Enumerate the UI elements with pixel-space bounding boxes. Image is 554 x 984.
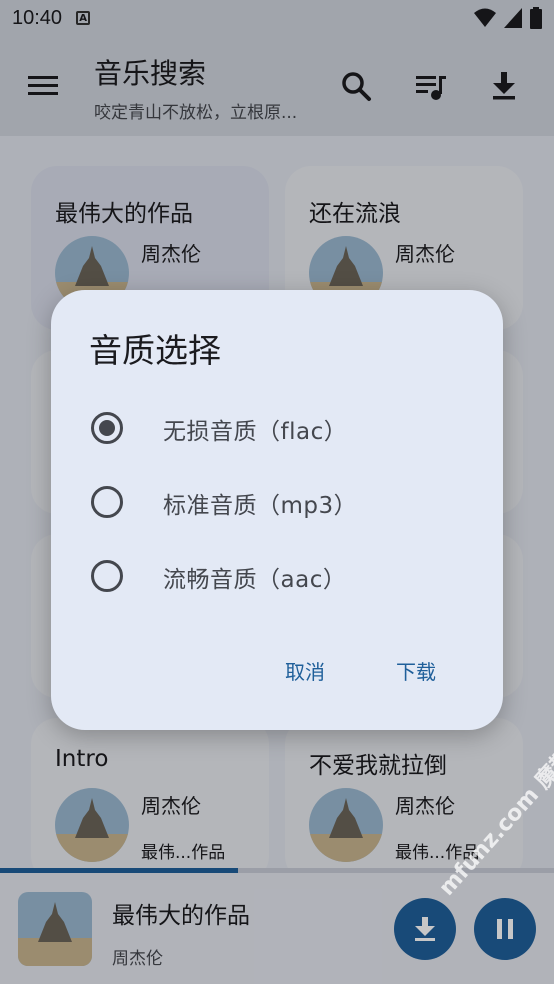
radio-button[interactable] bbox=[91, 486, 123, 518]
option-aac[interactable]: 流畅音质（aac） bbox=[51, 544, 503, 608]
option-mp3[interactable]: 标准音质（mp3） bbox=[51, 470, 503, 534]
option-label: 标准音质（mp3） bbox=[163, 493, 358, 519]
option-flac[interactable]: 无损音质（flac） bbox=[51, 396, 503, 460]
radio-button[interactable] bbox=[91, 412, 123, 444]
option-label: 流畅音质（aac） bbox=[163, 567, 347, 593]
radio-button[interactable] bbox=[91, 560, 123, 592]
quality-dialog: 音质选择 无损音质（flac） 标准音质（mp3） 流畅音质（aac） 取消 下… bbox=[51, 290, 503, 730]
cancel-button[interactable]: 取消 bbox=[285, 656, 325, 685]
dialog-title: 音质选择 bbox=[89, 331, 221, 370]
option-label: 无损音质（flac） bbox=[163, 419, 348, 445]
download-confirm-button[interactable]: 下载 bbox=[396, 656, 436, 685]
